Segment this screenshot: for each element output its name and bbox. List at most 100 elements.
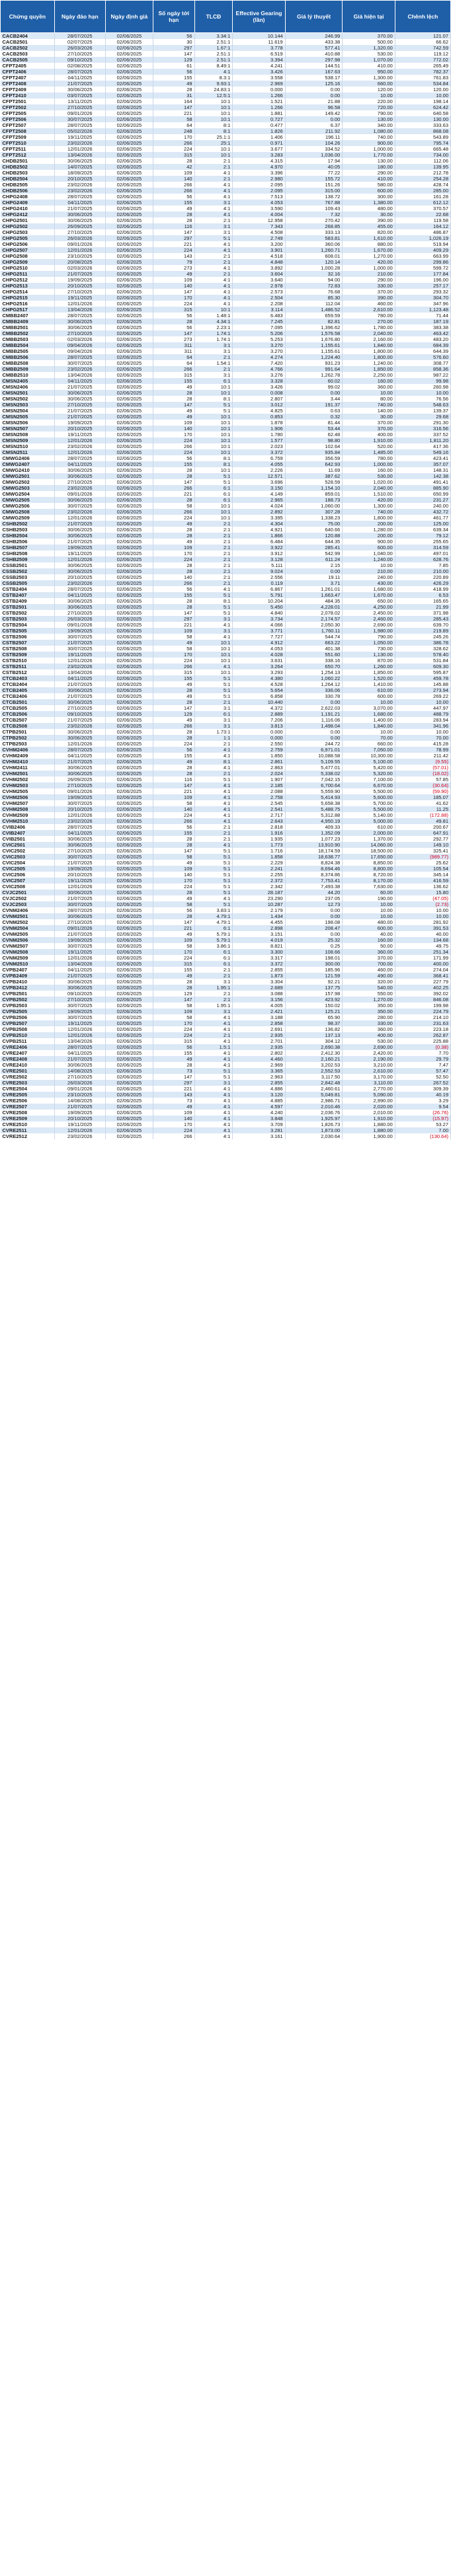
cell-days-to-maturity: 147	[153, 229, 195, 235]
cell-effective-gearing: 3.426	[232, 69, 286, 75]
cell-valuation-date: 02/06/2025	[105, 539, 154, 545]
cell-maturity-date: 23/02/2026	[54, 580, 106, 586]
cell-days-to-maturity: 56	[153, 69, 195, 75]
cell-current-price: 370.00	[342, 955, 395, 961]
cell-current-price: 2,450.00	[342, 610, 395, 616]
cell-warrant-code: CMSN2505	[0, 414, 55, 420]
cell-days-to-maturity: 155	[153, 461, 195, 467]
cell-valuation-date: 02/06/2025	[105, 1032, 154, 1038]
cell-current-price: 10.00	[342, 93, 395, 98]
cell-difference: 105.54	[395, 866, 451, 872]
cell-valuation-date: 02/06/2025	[105, 271, 154, 277]
cell-warrant-code: CFPT2501	[0, 98, 55, 104]
cell-theoretical-price: 0.00	[285, 568, 343, 574]
cell-current-price: 5,320.00	[342, 771, 395, 777]
cell-difference: 7.85	[395, 562, 451, 568]
cell-warrant-code: CSTB2404	[0, 586, 55, 592]
cell-effective-gearing: 6.484	[232, 539, 286, 545]
cell-current-price: 80.00	[342, 396, 395, 402]
cell-maturity-date: 02/07/2025	[54, 39, 106, 45]
cell-days-to-maturity: 155	[153, 967, 195, 973]
cell-days-to-maturity: 49	[153, 414, 195, 420]
cell-theoretical-price: 246.99	[285, 32, 343, 39]
cell-theoretical-price: 2,160.21	[285, 1056, 343, 1062]
cell-effective-gearing: 0.000	[232, 735, 286, 741]
table-row: CVIC2503 30/07/2025 02/06/2025 58 5:1 1.858 18…	[0, 854, 451, 860]
cell-theoretical-price: 75.00	[285, 521, 343, 527]
table-row: CHPG2514 27/10/2025 02/06/2025 147 4:1 2.573 7…	[0, 289, 451, 295]
cell-current-price: 1,980.00	[342, 628, 395, 634]
cell-warrant-code: CVNM2504	[0, 925, 55, 931]
table-row: CMSN2506 19/09/2025 02/06/2025 109 10:1 1.878…	[0, 420, 451, 426]
cell-conversion-ratio: 4:1	[194, 1127, 233, 1133]
cell-valuation-date: 02/06/2025	[105, 628, 154, 634]
cell-conversion-ratio: 5:1	[194, 675, 233, 681]
cell-warrant-code: CVHM2505	[0, 788, 55, 794]
cell-valuation-date: 02/06/2025	[105, 1026, 154, 1032]
cell-days-to-maturity: 109	[153, 420, 195, 426]
cell-valuation-date: 02/06/2025	[105, 1127, 154, 1133]
table-row: CMBB2504 09/04/2026 02/06/2025 311 3:1 3.270 1…	[0, 342, 451, 348]
cell-theoretical-price: 0.00	[285, 699, 343, 705]
cell-conversion-ratio: 3:1	[194, 723, 233, 729]
cell-maturity-date: 30/06/2025	[54, 699, 106, 705]
cell-maturity-date: 27/10/2025	[54, 479, 106, 485]
cell-conversion-ratio: 2:1	[194, 253, 233, 259]
cell-days-to-maturity: 266	[153, 663, 195, 669]
cell-days-to-maturity: 155	[153, 675, 195, 681]
cell-effective-gearing: 10.440	[232, 699, 286, 705]
cell-maturity-date: 30/06/2025	[54, 211, 106, 217]
cell-theoretical-price: 5,488.75	[285, 806, 343, 812]
cell-current-price: 1,510.00	[342, 491, 395, 497]
cell-days-to-maturity: 297	[153, 45, 195, 51]
table-body: CACB2404 28/07/2025 02/06/2025 56 3.34:1 10.1…	[0, 32, 451, 1139]
cell-days-to-maturity: 140	[153, 872, 195, 878]
table-row: CFPT2508 05/02/2026 02/06/2025 248 8:1 1.826 2…	[0, 128, 451, 134]
cell-valuation-date: 02/06/2025	[105, 545, 154, 550]
cell-difference: (0.38)	[395, 1044, 451, 1050]
table-row: CACB2502 26/03/2026 02/06/2025 297 1.67:1 3.7…	[0, 45, 451, 51]
table-row: CACB2501 02/07/2025 02/06/2025 30 2.51:1 11.6…	[0, 39, 451, 45]
cell-days-to-maturity: 56	[153, 1044, 195, 1050]
header-theoretical-price: Giá lý thuyết	[284, 0, 343, 33]
cell-theoretical-price: 338.16	[285, 658, 343, 663]
table-row: CHPG2408 28/07/2025 02/06/2025 56 4:1 7.513 13…	[0, 194, 451, 200]
cell-current-price: 370.00	[342, 289, 395, 295]
cell-current-price: 50.00	[342, 943, 395, 949]
cell-days-to-maturity: 116	[153, 777, 195, 782]
cell-current-price: 1,850.00	[342, 366, 395, 372]
cell-days-to-maturity: 109	[153, 794, 195, 800]
cell-theoretical-price: 1,154.10	[285, 485, 343, 491]
cell-warrant-code: CVHM2410	[0, 759, 55, 765]
cell-difference: 78.99	[395, 747, 451, 753]
cell-theoretical-price: 931.23	[285, 360, 343, 366]
cell-difference: 333.63	[395, 122, 451, 128]
cell-current-price: 3,170.00	[342, 1074, 395, 1080]
cell-conversion-ratio: 4:1	[194, 182, 233, 188]
cell-warrant-code: CFPT2410	[0, 93, 55, 98]
cell-conversion-ratio: 4:1	[194, 301, 233, 307]
table-row: CTCB2501 30/06/2025 02/06/2025 28 2:1 10.440 0…	[0, 699, 451, 705]
cell-current-price: 1,000.00	[342, 265, 395, 271]
cell-current-price: 390.00	[342, 217, 395, 223]
cell-effective-gearing: 0.477	[232, 122, 286, 128]
cell-conversion-ratio: 3:1	[194, 372, 233, 378]
cell-effective-gearing: 2.241	[232, 866, 286, 872]
cell-maturity-date: 13/04/2026	[54, 372, 106, 378]
cell-valuation-date: 02/06/2025	[105, 985, 154, 991]
table-row: CVNM2505 21/07/2025 02/06/2025 49 5.79:1 3.15…	[0, 931, 451, 937]
cell-days-to-maturity: 221	[153, 925, 195, 931]
cell-maturity-date: 19/11/2025	[54, 1020, 106, 1026]
cell-maturity-date: 30/06/2025	[54, 735, 106, 741]
cell-difference: 21.99	[395, 604, 451, 610]
table-row: CVPB2407 04/11/2025 02/06/2025 155 2:1 2.855 1…	[0, 967, 451, 973]
cell-current-price: 1,240.00	[342, 556, 395, 562]
cell-difference: 267.52	[395, 1080, 451, 1086]
cell-conversion-ratio: 4:1	[194, 765, 233, 771]
cell-warrant-code: CSTB2409	[0, 598, 55, 604]
cell-current-price: 30.00	[342, 414, 395, 420]
table-row: CVIC2508 12/01/2026 02/06/2025 224 5:1 2.342 7…	[0, 884, 451, 890]
cell-difference: 225.88	[395, 1038, 451, 1044]
table-row: CMBB2409 30/06/2025 02/06/2025 28 4.34:1 7.24…	[0, 319, 451, 324]
table-row: CMSN2507 20/10/2025 02/06/2025 140 10:1 1.906…	[0, 426, 451, 432]
